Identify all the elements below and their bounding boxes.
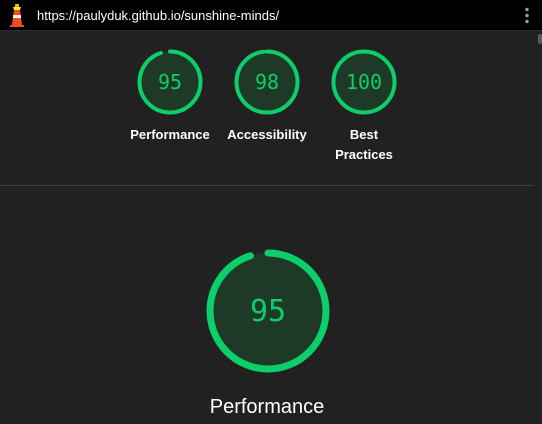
section-divider [0, 185, 534, 186]
lighthouse-icon [9, 4, 25, 27]
main-score-value: 95 [249, 293, 287, 329]
score-gauge-best-practices[interactable]: 100 [331, 49, 397, 115]
score-label-line: Practices [335, 147, 393, 162]
score-label-best-practices[interactable]: Best Practices [314, 125, 414, 165]
score-value: 98 [254, 70, 280, 94]
scrollbar-thumb[interactable] [538, 34, 542, 44]
top-bar: https://paulyduk.github.io/sunshine-mind… [0, 0, 542, 31]
score-label-accessibility[interactable]: Accessibility [217, 125, 317, 145]
score-gauge-performance[interactable]: 95 [137, 49, 203, 115]
score-gauge-accessibility[interactable]: 98 [234, 49, 300, 115]
scrollbar[interactable] [534, 31, 542, 424]
score-label-performance[interactable]: Performance [120, 125, 220, 145]
score-value: 100 [345, 70, 383, 94]
url-text[interactable]: https://paulyduk.github.io/sunshine-mind… [37, 8, 279, 23]
category-title: Performance [209, 396, 325, 418]
score-label-line: Best [349, 127, 379, 142]
more-vertical-icon[interactable] [521, 6, 533, 25]
performance-main-gauge: 95 [206, 249, 330, 373]
score-value: 95 [157, 70, 183, 94]
